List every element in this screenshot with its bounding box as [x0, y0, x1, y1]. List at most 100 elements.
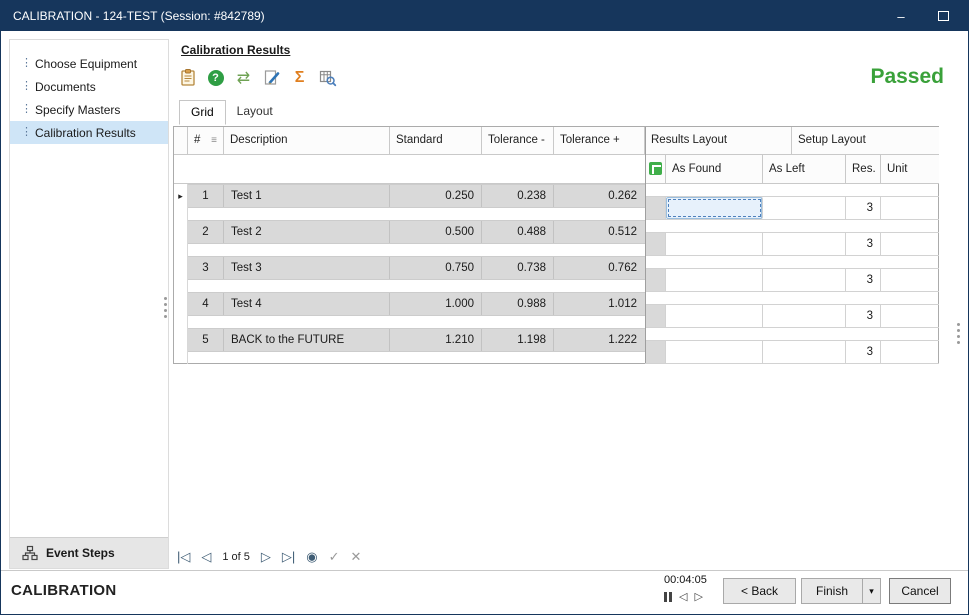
cancel-button[interactable]: Cancel	[889, 578, 951, 604]
help-button[interactable]: ?	[204, 66, 227, 89]
cell-tolerance-plus[interactable]: 1.222	[554, 329, 644, 351]
cell-unit[interactable]	[881, 233, 939, 255]
grid-data-row[interactable]: 2 Test 2 0.500 0.488 0.512	[188, 220, 645, 244]
event-steps-button[interactable]: Event Steps	[10, 537, 168, 568]
cell-tolerance-minus[interactable]: 0.738	[482, 257, 554, 279]
nav-position: 1 of 5	[222, 551, 250, 563]
grid-data-row[interactable]: 5 BACK to the FUTURE 1.210 1.198 1.222	[188, 328, 645, 352]
cell-num[interactable]: 2	[188, 221, 224, 243]
cell-res[interactable]: 3	[846, 197, 881, 219]
nav-last-button[interactable]: ▷|	[282, 549, 295, 565]
splitter-grip[interactable]	[164, 297, 167, 318]
cell-standard[interactable]: 0.250	[390, 185, 482, 207]
cell-description[interactable]: Test 1	[224, 185, 390, 207]
row-indicator-cell	[174, 220, 188, 256]
cell-tolerance-plus[interactable]: 0.262	[554, 185, 644, 207]
cell-description[interactable]: Test 2	[224, 221, 390, 243]
cell-description[interactable]: BACK to the FUTURE	[224, 329, 390, 351]
finish-dropdown-button[interactable]: ▾	[862, 578, 881, 604]
column-header-standard[interactable]: Standard	[390, 127, 482, 155]
sidebar-item-calibration-results[interactable]: ⋮ Calibration Results	[10, 121, 168, 144]
grid-data-row[interactable]: 4 Test 4 1.000 0.988 1.012	[188, 292, 645, 316]
cell-as-left[interactable]	[763, 305, 846, 327]
cell-as-found[interactable]	[666, 233, 763, 255]
nav-view-button[interactable]: ◉	[306, 549, 317, 565]
cell-as-left[interactable]	[763, 233, 846, 255]
play-icon[interactable]: ▷	[694, 590, 702, 603]
column-header-tolerance-minus[interactable]: Tolerance -	[482, 127, 554, 155]
cell-standard[interactable]: 0.750	[390, 257, 482, 279]
column-header-num[interactable]: # ≡	[188, 127, 224, 155]
cell-num[interactable]: 5	[188, 329, 224, 351]
refresh-icon: ⇄	[237, 68, 250, 88]
nav-first-button[interactable]: |◁	[177, 549, 190, 565]
minimize-button[interactable]: –	[884, 1, 918, 31]
refresh-button[interactable]: ⇄	[232, 66, 255, 89]
cell-num[interactable]: 1	[188, 185, 224, 207]
cell-standard[interactable]: 1.000	[390, 293, 482, 315]
cell-as-found[interactable]	[666, 197, 763, 219]
nav-cancel-button[interactable]: ✕	[351, 549, 362, 565]
nav-accept-button[interactable]: ✓	[329, 549, 340, 565]
cell-as-found[interactable]	[666, 269, 763, 291]
cell-as-left[interactable]	[763, 269, 846, 291]
cell-tolerance-plus[interactable]: 1.012	[554, 293, 644, 315]
cell-res[interactable]: 3	[846, 233, 881, 255]
sidebar-item-documents[interactable]: ⋮ Documents	[10, 75, 168, 98]
cell-tolerance-minus[interactable]: 0.488	[482, 221, 554, 243]
column-header-res[interactable]: Res.	[846, 155, 881, 184]
grid-data-row[interactable]: 3 Test 3 0.750 0.738 0.762	[188, 256, 645, 280]
column-header-description[interactable]: Description	[224, 127, 390, 155]
cell-as-left[interactable]	[763, 341, 846, 363]
cell-as-found[interactable]	[666, 305, 763, 327]
nav-next-button[interactable]: ▷	[261, 549, 271, 565]
cell-unit[interactable]	[881, 197, 939, 219]
cell-res[interactable]: 3	[846, 269, 881, 291]
grid-data-row[interactable]: 1 Test 1 0.250 0.238 0.262	[188, 184, 645, 208]
sum-icon: Σ	[295, 69, 305, 87]
cell-standard[interactable]: 1.210	[390, 329, 482, 351]
column-header-as-left[interactable]: As Left	[763, 155, 846, 184]
band-header-setup-layout[interactable]: Setup Layout	[792, 127, 939, 155]
back-button[interactable]: < Back	[723, 578, 796, 604]
edit-button[interactable]	[260, 66, 283, 89]
results-row-indicator-cell	[645, 305, 666, 327]
maximize-button[interactable]	[926, 1, 960, 31]
band-header-results-layout[interactable]: Results Layout	[645, 127, 792, 155]
cell-tolerance-minus[interactable]: 0.238	[482, 185, 554, 207]
cell-res[interactable]: 3	[846, 341, 881, 363]
cell-tolerance-minus[interactable]: 1.198	[482, 329, 554, 351]
grid-row-group: 2 Test 2 0.500 0.488 0.512 3	[174, 220, 938, 256]
summary-button[interactable]: Σ	[288, 66, 311, 89]
cell-as-found[interactable]	[666, 341, 763, 363]
cell-description[interactable]: Test 3	[224, 257, 390, 279]
cell-tolerance-plus[interactable]: 0.512	[554, 221, 644, 243]
cell-res[interactable]: 3	[846, 305, 881, 327]
cell-unit[interactable]	[881, 341, 939, 363]
cell-num[interactable]: 3	[188, 257, 224, 279]
grid-results-row: 3	[645, 268, 939, 292]
cell-unit[interactable]	[881, 269, 939, 291]
cell-as-left[interactable]	[763, 197, 846, 219]
sidebar-item-choose-equipment[interactable]: ⋮ Choose Equipment	[10, 52, 168, 75]
cell-unit[interactable]	[881, 305, 939, 327]
report-button[interactable]	[176, 66, 199, 89]
splitter-grip[interactable]	[957, 323, 960, 344]
nav-prev-button[interactable]: ◁	[201, 549, 211, 565]
sidebar-item-specify-masters[interactable]: ⋮ Specify Masters	[10, 98, 168, 121]
drag-dots-icon: ⋮	[21, 104, 27, 115]
cell-standard[interactable]: 0.500	[390, 221, 482, 243]
column-header-unit[interactable]: Unit	[881, 155, 939, 184]
cell-description[interactable]: Test 4	[224, 293, 390, 315]
cell-tolerance-plus[interactable]: 0.762	[554, 257, 644, 279]
cell-tolerance-minus[interactable]: 0.988	[482, 293, 554, 315]
finish-button[interactable]: Finish	[801, 578, 863, 604]
pause-icon[interactable]	[664, 592, 672, 602]
step-back-icon[interactable]: ◁	[679, 590, 687, 603]
cell-num[interactable]: 4	[188, 293, 224, 315]
column-header-tolerance-plus[interactable]: Tolerance +	[554, 127, 645, 155]
tab-grid[interactable]: Grid	[179, 100, 226, 125]
column-header-as-found[interactable]: As Found	[666, 155, 763, 184]
preview-button[interactable]	[316, 66, 339, 89]
tab-layout[interactable]: Layout	[226, 100, 284, 125]
